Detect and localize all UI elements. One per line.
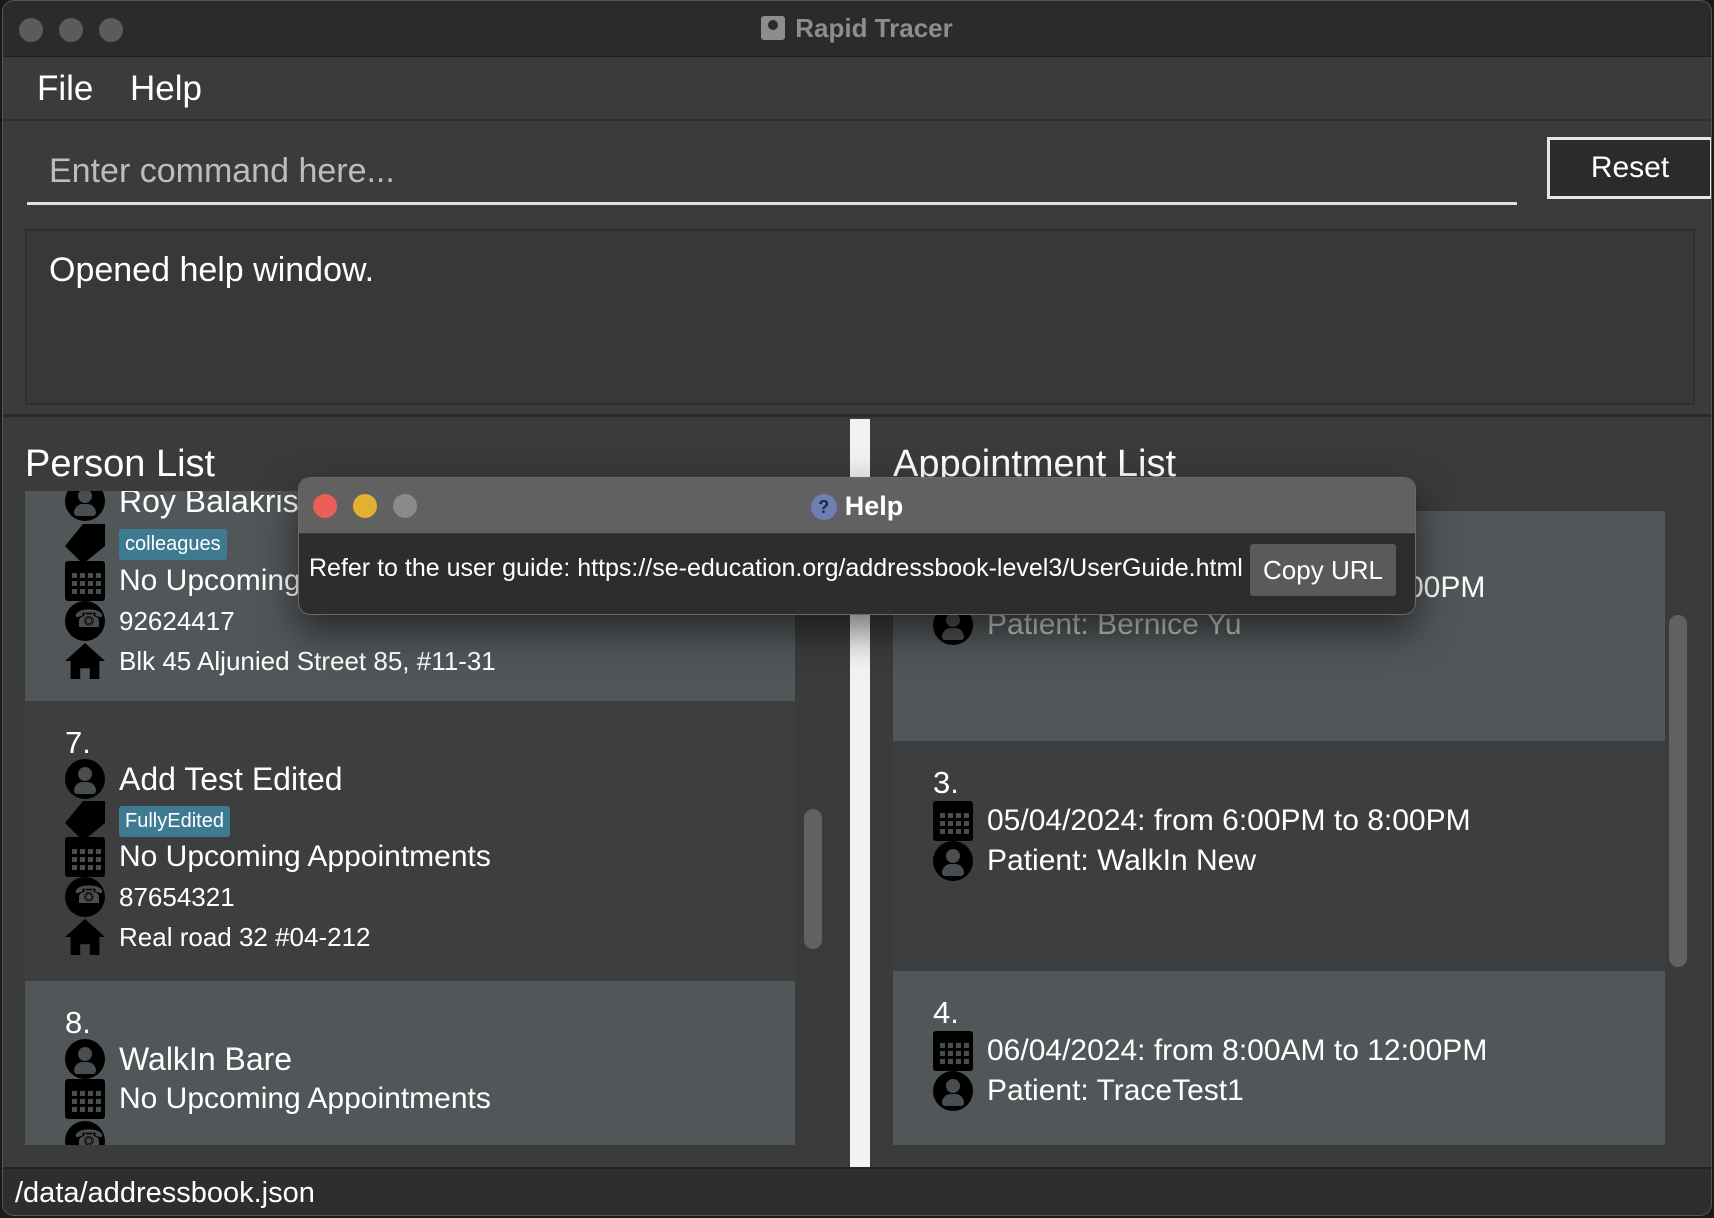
- home-icon: [65, 643, 105, 679]
- person-card[interactable]: 8. WalkIn Bare No Upcoming Appointments: [25, 981, 795, 1145]
- person-appointment: No Upcoming Appointments: [119, 840, 491, 873]
- window-title: Rapid Tracer: [3, 13, 1711, 44]
- tag-icon: [65, 524, 105, 564]
- person-icon: [933, 841, 973, 881]
- phone-icon: [65, 877, 105, 917]
- appointment-index: 3.: [933, 765, 959, 800]
- phone-icon: [65, 601, 105, 641]
- appointment-card[interactable]: 3. 05/04/2024: from 6:00PM to 8:00PM Pat…: [893, 741, 1665, 971]
- phone-icon: [65, 1121, 105, 1145]
- person-list-scrollbar[interactable]: [804, 809, 822, 949]
- app-icon: [761, 16, 786, 40]
- result-message: Opened help window.: [25, 229, 1695, 405]
- copy-url-button[interactable]: Copy URL: [1250, 544, 1396, 596]
- home-icon: [65, 919, 105, 955]
- tag-icon: [65, 801, 105, 841]
- calendar-icon: [65, 837, 105, 877]
- help-title-bar: ? Help: [299, 478, 1415, 534]
- appointment-time: 00PM: [1407, 571, 1486, 604]
- person-index: 7.: [65, 725, 91, 760]
- command-input[interactable]: [27, 141, 1517, 205]
- person-phone: 92624417: [119, 605, 235, 636]
- data-file-path: /data/addressbook.json: [15, 1177, 315, 1209]
- appointment-index: 4.: [933, 995, 959, 1030]
- help-dialog: ? Help Refer to the user guide: https://s…: [298, 477, 1416, 615]
- person-icon: [65, 1039, 105, 1079]
- person-tag: FullyEdited: [119, 805, 230, 837]
- person-phone: 87654321: [119, 881, 235, 912]
- person-index: 8.: [65, 1005, 91, 1040]
- appointment-time: 06/04/2024: from 8:00AM to 12:00PM: [987, 1034, 1488, 1067]
- person-name: Add Test Edited: [119, 760, 343, 797]
- status-bar: /data/addressbook.json: [3, 1167, 1711, 1215]
- help-message: Refer to the user guide: https://se-educ…: [309, 554, 1243, 582]
- appointment-patient: Patient: WalkIn New: [987, 844, 1256, 877]
- command-box: Reset: [3, 123, 1711, 215]
- person-appointment: No Upcoming Appointments: [119, 1082, 491, 1115]
- appointment-list-scrollbar[interactable]: [1669, 615, 1687, 967]
- calendar-icon: [933, 1031, 973, 1071]
- calendar-icon: [65, 561, 105, 601]
- calendar-icon: [933, 801, 973, 841]
- help-dialog-title: ? Help: [299, 491, 1415, 522]
- menu-file[interactable]: File: [37, 69, 93, 109]
- person-appointment: No Upcoming A: [119, 564, 328, 597]
- appointment-patient: Patient: TraceTest1: [987, 1074, 1244, 1107]
- menu-bar: File Help: [3, 57, 1711, 121]
- person-name: WalkIn Bare: [119, 1040, 293, 1077]
- person-icon: [65, 491, 105, 521]
- reset-button[interactable]: Reset: [1547, 137, 1711, 199]
- question-icon: ?: [810, 494, 837, 520]
- menu-help[interactable]: Help: [130, 69, 202, 109]
- appointment-card[interactable]: 4. 06/04/2024: from 8:00AM to 12:00PM Pa…: [893, 971, 1665, 1145]
- person-address: Real road 32 #04-212: [119, 921, 371, 952]
- result-display: Opened help window.: [3, 217, 1711, 417]
- person-name: Roy Balakrish: [119, 491, 317, 519]
- person-card[interactable]: 7. Add Test Edited FullyEdited No Upcomi…: [25, 701, 795, 981]
- person-list-title: Person List: [25, 443, 216, 485]
- appointment-time: 05/04/2024: from 6:00PM to 8:00PM: [987, 804, 1471, 837]
- person-tag: colleagues: [119, 528, 227, 560]
- person-icon: [933, 1071, 973, 1111]
- person-icon: [65, 759, 105, 799]
- person-address: Blk 45 Aljunied Street 85, #11-31: [119, 645, 496, 676]
- title-bar: Rapid Tracer: [3, 1, 1711, 57]
- calendar-icon: [65, 1079, 105, 1119]
